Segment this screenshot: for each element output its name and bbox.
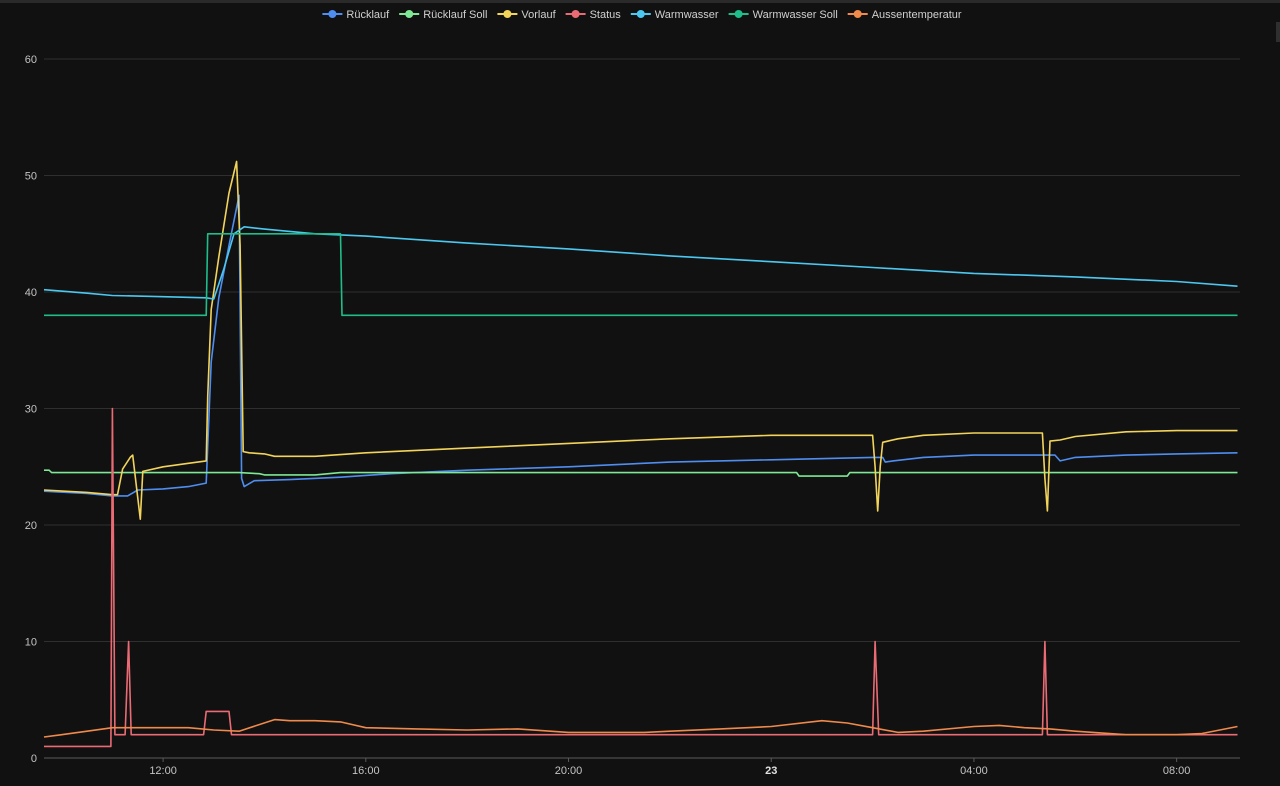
series-line-warmwasser [43, 226, 1238, 300]
legend-item[interactable]: Aussentemperatur [847, 9, 962, 21]
x-tick-label: 04:00 [960, 765, 988, 777]
y-tick-label: 40 [25, 287, 37, 299]
line-chart: 0 10 20 30 40 50 60 12:00 16:00 20:00 23 04:00 08:0… [25, 9, 1240, 777]
legend-item[interactable]: Rücklauf [322, 9, 390, 21]
series-line-r-cklauf [43, 194, 1238, 497]
legend-label: Aussentemperatur [872, 9, 962, 21]
chart-legend: Rücklauf Rücklauf Soll Vorlauf Status Warmwa… [322, 9, 962, 21]
y-tick-label: 50 [25, 171, 37, 183]
legend-item[interactable]: Status [565, 9, 622, 21]
y-tick-label: 60 [25, 54, 37, 66]
legend-label: Vorlauf [521, 9, 556, 21]
legend-label: Rücklauf Soll [423, 9, 487, 21]
legend-swatch-dot [503, 10, 512, 18]
legend-swatch-dot [571, 10, 580, 18]
legend-item[interactable]: Rücklauf Soll [399, 9, 487, 21]
chart-grid [44, 58, 1240, 759]
legend-label: Status [590, 9, 622, 21]
legend-item[interactable]: Warmwasser [630, 9, 719, 21]
legend-swatch-dot [853, 10, 862, 18]
x-tick-label: 23 [765, 765, 777, 777]
x-tick-label: 08:00 [1163, 765, 1191, 777]
y-tick-label: 20 [25, 520, 37, 532]
legend-label: Warmwasser Soll [753, 9, 838, 21]
x-tick-label: 16:00 [352, 765, 380, 777]
legend-label: Warmwasser [655, 9, 719, 21]
series-line-r-cklauf-soll [44, 469, 1238, 477]
x-tick-label: 12:00 [149, 765, 177, 777]
legend-swatch-dot [328, 10, 337, 18]
x-tick-label: 20:00 [555, 765, 583, 777]
y-axis: 0 10 20 30 40 50 60 [25, 54, 37, 765]
series-line-vorlauf [43, 160, 1238, 520]
legend-item[interactable]: Vorlauf [497, 9, 557, 21]
series-lines [43, 160, 1238, 748]
legend-swatch-dot [636, 10, 645, 18]
legend-label: Rücklauf [346, 9, 390, 21]
x-axis: 12:00 16:00 20:00 23 04:00 08:00 [149, 758, 1190, 777]
y-tick-label: 0 [31, 753, 37, 765]
legend-swatch-dot [405, 10, 414, 18]
legend-item[interactable]: Warmwasser Soll [728, 9, 838, 21]
legend-swatch-dot [734, 10, 743, 18]
y-tick-label: 30 [25, 404, 37, 416]
y-tick-label: 10 [25, 637, 37, 649]
